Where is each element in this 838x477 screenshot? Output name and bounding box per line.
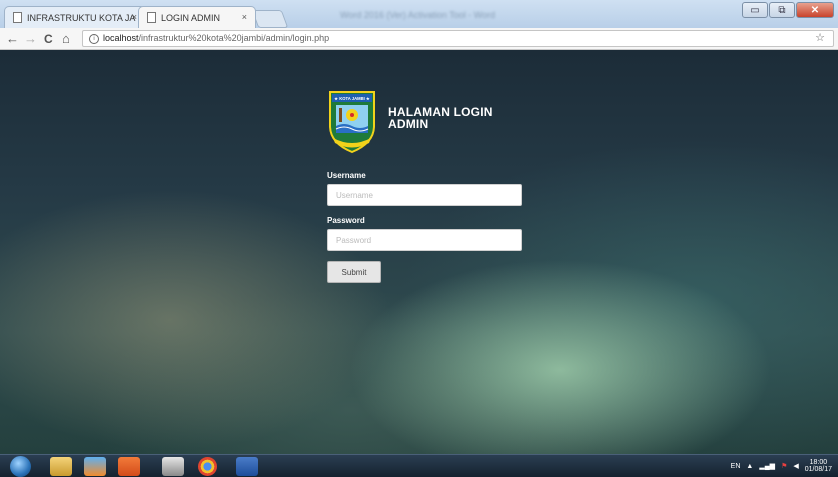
restore-button[interactable]: ⧉ [769, 2, 795, 18]
title-line-2: ADMIN [388, 117, 429, 131]
document-icon [13, 12, 22, 23]
url-path: /infrastruktur%20kota%20jambi/admin/logi… [138, 33, 330, 43]
language-indicator[interactable]: EN [731, 463, 741, 470]
taskbar: EN ▲ ▂▄▆ ⚑ ◀ 18:00 01/08/17 [0, 454, 838, 477]
back-icon[interactable]: ← [6, 31, 19, 47]
password-label: Password [327, 216, 365, 225]
login-page: ★ KOTA JAMBI ★ HALAMAN LOGIN ADMIN Usern… [0, 50, 838, 454]
word-icon[interactable] [236, 457, 258, 476]
clock-time: 18:00 [809, 459, 828, 466]
flag-icon[interactable]: ⚑ [781, 462, 787, 470]
xampp-icon[interactable] [84, 457, 106, 476]
chrome-icon[interactable] [198, 457, 217, 476]
window-controls: ▭ ⧉ ✕ [741, 2, 834, 18]
start-button[interactable] [10, 456, 31, 477]
svg-text:★ KOTA JAMBI ★: ★ KOTA JAMBI ★ [333, 96, 370, 101]
kota-jambi-logo: ★ KOTA JAMBI ★ [329, 91, 375, 154]
new-tab-button[interactable] [251, 10, 289, 28]
document-icon [147, 12, 156, 23]
network-signal-icon: ▂▄▆ [759, 463, 776, 470]
system-tray: EN ▲ ▂▄▆ ⚑ ◀ 18:00 01/08/17 [731, 459, 832, 473]
url-host: localhost [103, 33, 139, 43]
clock-date: 01/08/17 [804, 466, 832, 473]
browser-toolbar: ← → C ⌂ i localhost/infrastruktur%20kota%… [0, 28, 838, 50]
tab-label: LOGIN ADMIN [161, 12, 221, 23]
file-explorer-icon[interactable] [50, 457, 72, 476]
tab-infrastruktur[interactable]: INFRASTRUKTU KOTA JA × [4, 6, 146, 28]
address-bar[interactable]: i localhost/infrastruktur%20kota%20jambi/… [82, 30, 834, 47]
background-window-title: Word 2016 (Ver) Activation Tool - Word [340, 10, 496, 20]
home-icon[interactable]: ⌂ [62, 31, 70, 47]
minimize-button[interactable]: ▭ [742, 2, 768, 18]
username-input[interactable] [327, 184, 522, 206]
close-window-button[interactable]: ✕ [796, 2, 834, 18]
bookmark-star-icon[interactable]: ☆ [815, 31, 825, 46]
xampp-control-icon[interactable] [118, 457, 140, 476]
tab-login-admin[interactable]: LOGIN ADMIN × [138, 6, 256, 28]
reload-icon[interactable]: C [44, 31, 53, 47]
clock[interactable]: 18:00 01/08/17 [805, 459, 832, 473]
browser-titlebar: INFRASTRUKTU KOTA JA × LOGIN ADMIN × Wor… [0, 0, 838, 28]
password-input[interactable] [327, 229, 522, 251]
submit-button[interactable]: Submit [327, 261, 381, 283]
volume-icon[interactable]: ◀ [793, 462, 798, 470]
username-label: Username [327, 171, 366, 180]
tray-expand-icon[interactable]: ▲ [746, 463, 753, 470]
tab-close-icon[interactable]: × [242, 12, 247, 22]
tab-close-icon[interactable]: × [132, 12, 137, 22]
editor-icon[interactable] [162, 457, 184, 476]
forward-icon[interactable]: → [24, 31, 37, 47]
page-title: HALAMAN LOGIN ADMIN [388, 106, 493, 130]
tab-label: INFRASTRUKTU KOTA JA [27, 12, 136, 23]
info-icon[interactable]: i [89, 33, 99, 44]
